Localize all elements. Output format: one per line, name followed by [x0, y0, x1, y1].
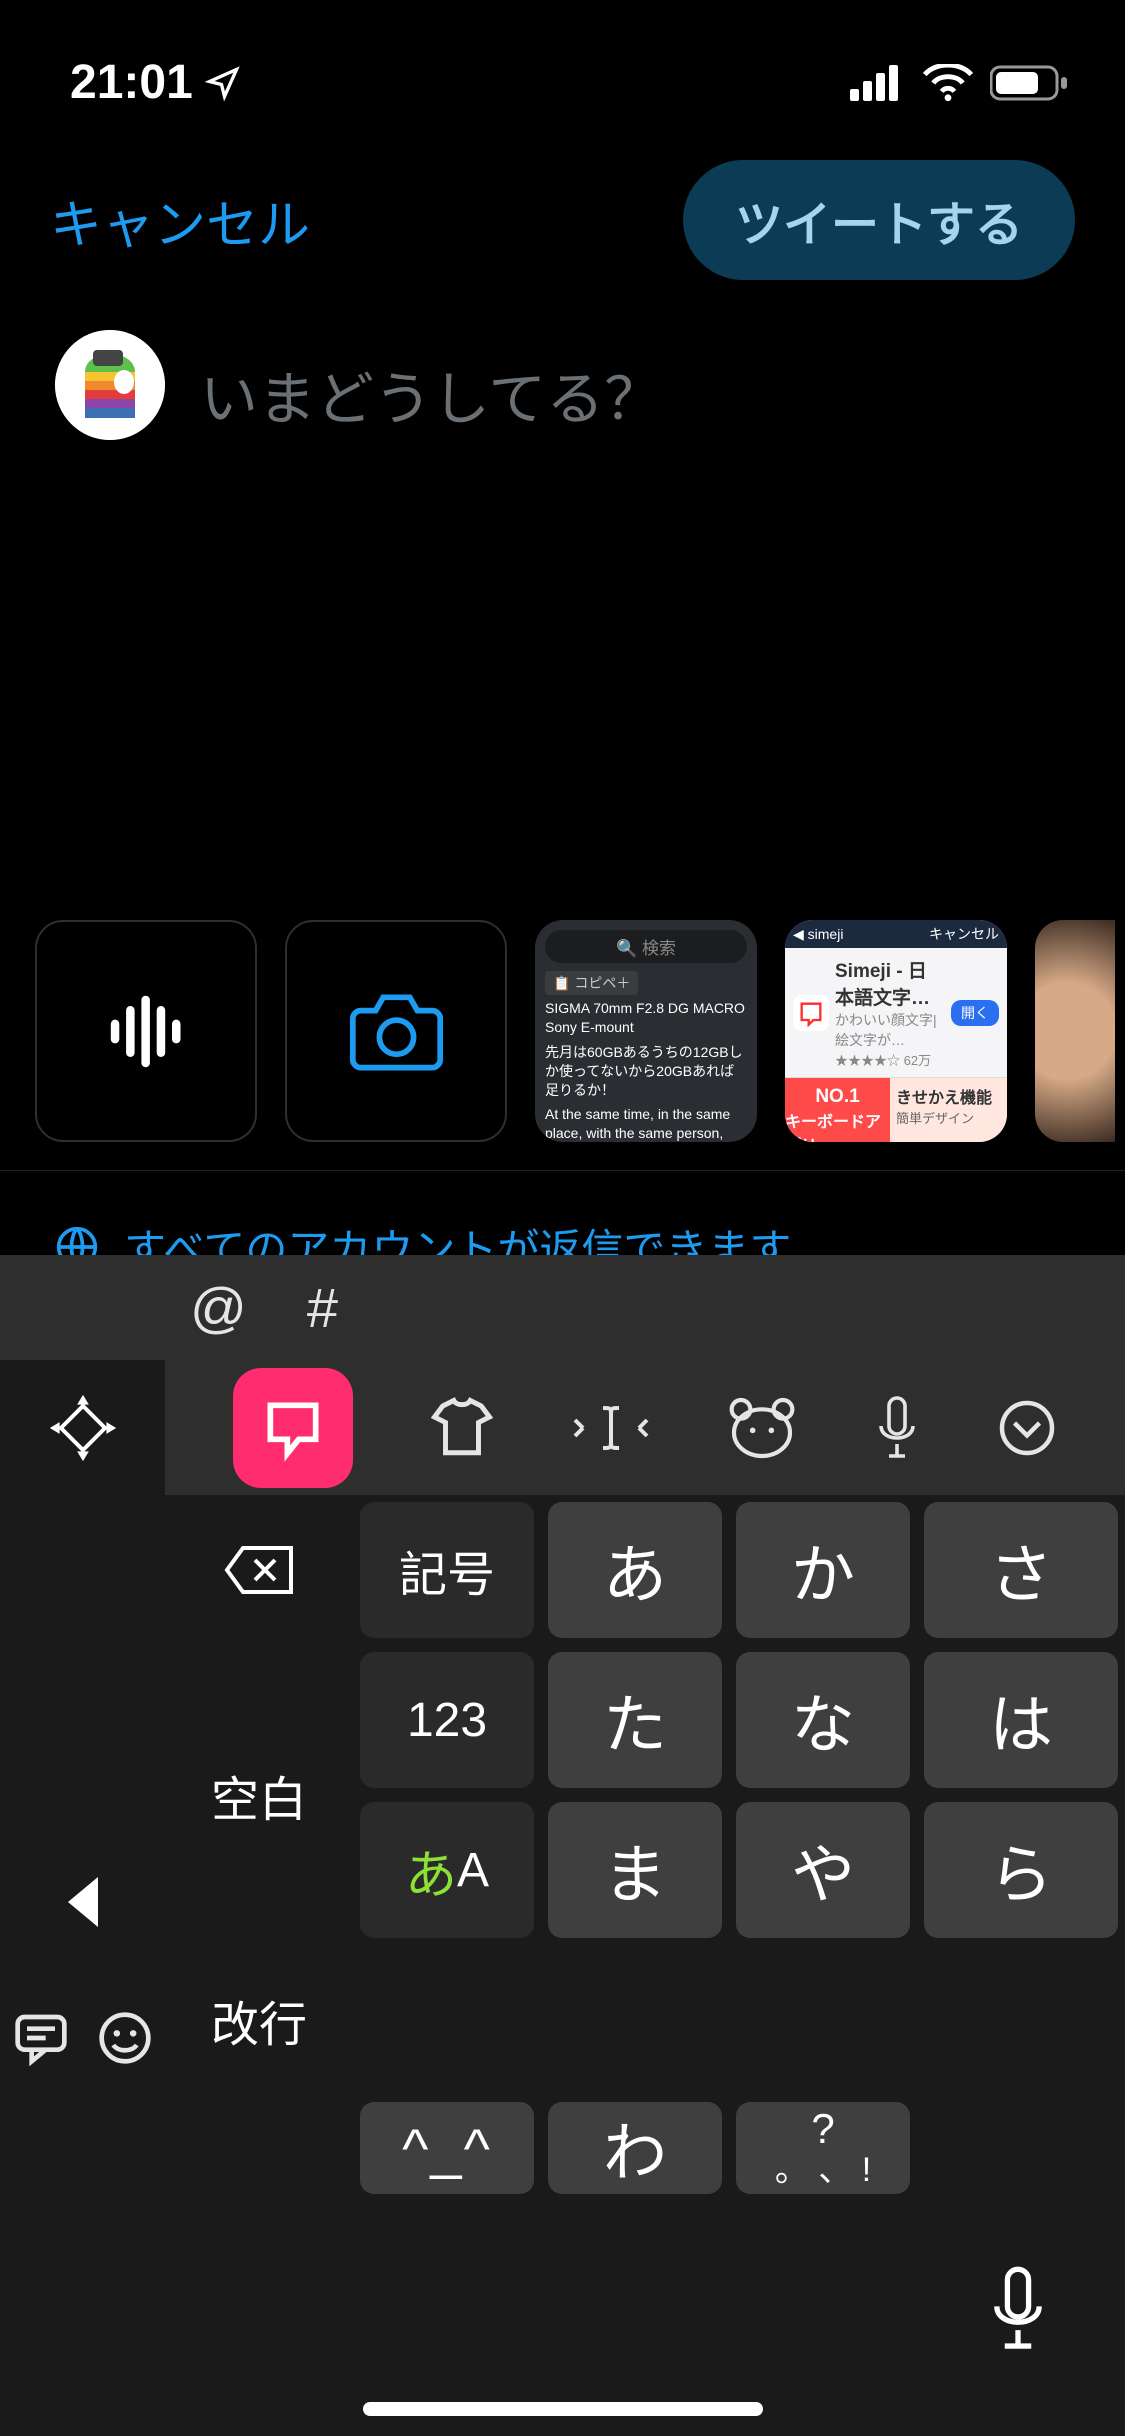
- media-thumbnail-2[interactable]: ◀ simeji キャンセル Simeji - 日本語文字… かわいい顔文字|絵…: [785, 920, 1007, 1142]
- camera-button[interactable]: [285, 920, 507, 1142]
- keyboard: @ #: [0, 1255, 1125, 2436]
- open-badge: 開く: [951, 1000, 999, 1026]
- status-time: 21:01: [70, 55, 193, 110]
- spaces-icon: [104, 989, 189, 1074]
- cancel-button[interactable]: キャンセル: [50, 183, 310, 258]
- media-row: 🔍 検索 📋 コピペ＋ SIGMA 70mm F2.8 DG MACRO Son…: [0, 920, 1125, 1170]
- keyboard-grid: 記号 あ か さ 123 た な は 空白 あA ま や ら ^_^ わ ? 。…: [0, 1495, 1125, 2201]
- thumb-line: 先月は60GBあるうちの12GBしか使ってないから20GBあれば足りるか！: [545, 1043, 747, 1100]
- key-na[interactable]: な: [736, 1652, 910, 1788]
- key-language[interactable]: あA: [360, 1802, 534, 1938]
- key-ka[interactable]: か: [736, 1502, 910, 1638]
- keyboard-tool-search[interactable]: [233, 1368, 353, 1488]
- tweet-button[interactable]: ツイートする: [683, 160, 1075, 280]
- thumb-tag: 📋 コピペ＋: [545, 971, 638, 995]
- compose-header: キャンセル ツイートする: [0, 135, 1125, 320]
- simeji-app-icon: [793, 995, 829, 1031]
- compose-placeholder: いまどうしてる？: [200, 330, 662, 440]
- suggestion-hash[interactable]: #: [307, 1275, 338, 1340]
- media-thumbnail-1[interactable]: 🔍 検索 📋 コピペ＋ SIGMA 70mm F2.8 DG MACRO Son…: [535, 920, 757, 1142]
- location-arrow-icon: [205, 65, 241, 101]
- key-ra[interactable]: ら: [924, 1802, 1118, 1938]
- avatar[interactable]: [55, 330, 165, 440]
- thumb2-header: Simeji - 日本語文字… かわいい顔文字|絵文字が… ★★★★☆ 62万 …: [785, 948, 1007, 1078]
- key-123[interactable]: 123: [360, 1652, 534, 1788]
- key-ma[interactable]: ま: [548, 1802, 722, 1938]
- tshirt-icon[interactable]: [429, 1395, 495, 1461]
- microphone-icon[interactable]: [873, 1393, 921, 1463]
- thumb-search-bar: 🔍 検索: [545, 930, 747, 963]
- thumb-line: SIGMA 70mm F2.8 DG MACRO Sony E-mount: [545, 999, 747, 1037]
- key-ya[interactable]: や: [736, 1802, 910, 1938]
- avatar-rainbow-apple-icon: [55, 330, 165, 440]
- chat-search-icon: [259, 1394, 327, 1462]
- status-left: 21:01: [70, 55, 241, 110]
- chevron-down-circle-icon[interactable]: [997, 1398, 1057, 1458]
- camera-icon: [349, 984, 444, 1079]
- key-return[interactable]: 改行: [165, 1945, 353, 2095]
- key-ta[interactable]: た: [548, 1652, 722, 1788]
- keyboard-chat-icon[interactable]: [13, 2010, 69, 2066]
- dictation-icon[interactable]: [986, 2264, 1050, 2354]
- cursor-diamond-icon: [44, 1389, 122, 1467]
- status-bar: 21:01: [0, 0, 1125, 135]
- cellular-icon: [850, 65, 906, 101]
- wifi-icon: [922, 64, 974, 102]
- battery-icon: [990, 64, 1070, 102]
- key-a[interactable]: あ: [548, 1502, 722, 1638]
- bear-icon[interactable]: [727, 1397, 797, 1459]
- key-ha[interactable]: は: [924, 1652, 1118, 1788]
- keyboard-left-panel: [0, 1495, 165, 2095]
- key-wa[interactable]: わ: [548, 2102, 722, 2194]
- key-symbols[interactable]: 記号: [360, 1502, 534, 1638]
- thumb-line: At the same time, in the same place, wit…: [545, 1105, 747, 1142]
- text-cursor-icon[interactable]: [571, 1400, 651, 1456]
- key-blank: [172, 2102, 346, 2194]
- compose-area[interactable]: いまどうしてる？: [0, 320, 1125, 450]
- key-kaomoji[interactable]: ^_^: [360, 2102, 534, 2194]
- media-thumbnail-3[interactable]: [1035, 920, 1115, 1142]
- key-space[interactable]: 空白: [165, 1645, 353, 1945]
- emoji-face-icon[interactable]: [97, 2010, 153, 2066]
- thumb2-topbar: ◀ simeji キャンセル: [785, 920, 1007, 948]
- backspace-icon: [223, 1544, 295, 1596]
- triangle-left-icon[interactable]: [58, 1872, 108, 1932]
- suggestion-at[interactable]: @: [190, 1275, 247, 1340]
- status-right: [850, 64, 1070, 102]
- spaces-button[interactable]: [35, 920, 257, 1142]
- keyboard-suggestion-row: @ #: [0, 1255, 1125, 1360]
- keyboard-bottom-bar: [0, 2201, 1125, 2436]
- key-punctuation[interactable]: ? 。 、 !: [736, 2102, 910, 2194]
- keyboard-toolbar: [0, 1360, 1125, 1495]
- keyboard-cursor-nav[interactable]: [0, 1389, 165, 1467]
- home-indicator[interactable]: [363, 2402, 763, 2416]
- thumb2-body: NO.1 キーボードアプリ きせかえ機能 簡単デザイン: [785, 1078, 1007, 1142]
- key-backspace[interactable]: [165, 1495, 353, 1645]
- key-sa[interactable]: さ: [924, 1502, 1118, 1638]
